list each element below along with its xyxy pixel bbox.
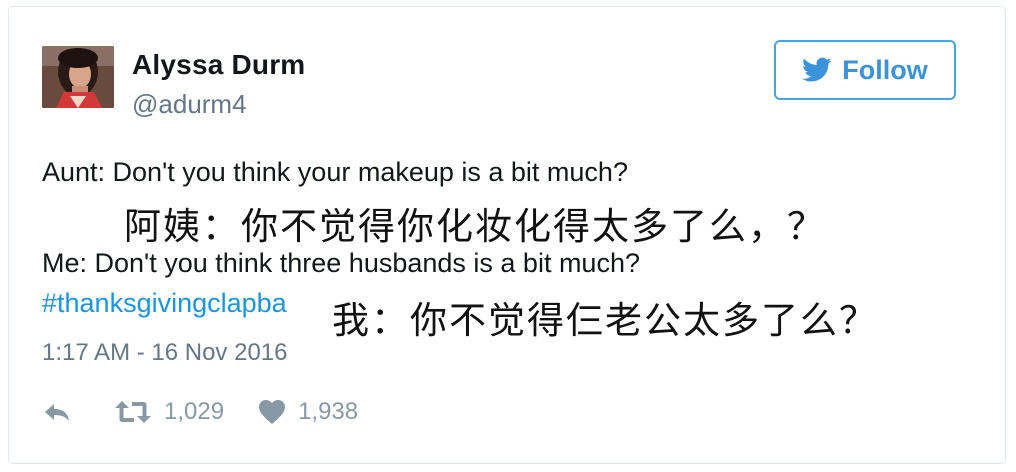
display-name[interactable]: Alyssa Durm xyxy=(132,49,305,81)
retweet-count: 1,029 xyxy=(164,398,225,425)
avatar[interactable] xyxy=(42,46,114,108)
avatar-image xyxy=(42,46,114,108)
follow-button[interactable]: Follow xyxy=(774,40,956,100)
twitter-bird-icon xyxy=(802,57,832,82)
tweet-text-line-1: Aunt: Don't you think your makeup is a b… xyxy=(42,157,628,187)
like-button[interactable]: 1,938 xyxy=(258,398,358,426)
translation-overlay-1: 阿姨：你不觉得你化妆化得太多了么，？ xyxy=(124,205,826,248)
retweet-button[interactable]: 1,029 xyxy=(114,398,224,426)
heart-icon xyxy=(259,400,286,424)
like-count: 1,938 xyxy=(298,398,359,425)
user-handle[interactable]: @adurm4 xyxy=(132,89,247,120)
reply-icon xyxy=(45,404,69,421)
reply-button[interactable] xyxy=(42,401,72,423)
retweet-icon xyxy=(115,401,151,423)
tweet-text-line-2: Me: Don't you think three husbands is a … xyxy=(42,248,640,278)
follow-button-label: Follow xyxy=(842,54,928,85)
tweet-timestamp[interactable]: 1:17 AM - 16 Nov 2016 xyxy=(42,339,287,367)
translation-overlay-2: 我：你不觉得仨老公太多了么？ xyxy=(332,290,884,344)
hashtag-link[interactable]: #thanksgivingclapba xyxy=(42,288,287,318)
tweet-text-line-3: #thanksgivingclapba xyxy=(42,288,287,319)
tweet-actions: 1,029 1,938 xyxy=(42,394,358,430)
